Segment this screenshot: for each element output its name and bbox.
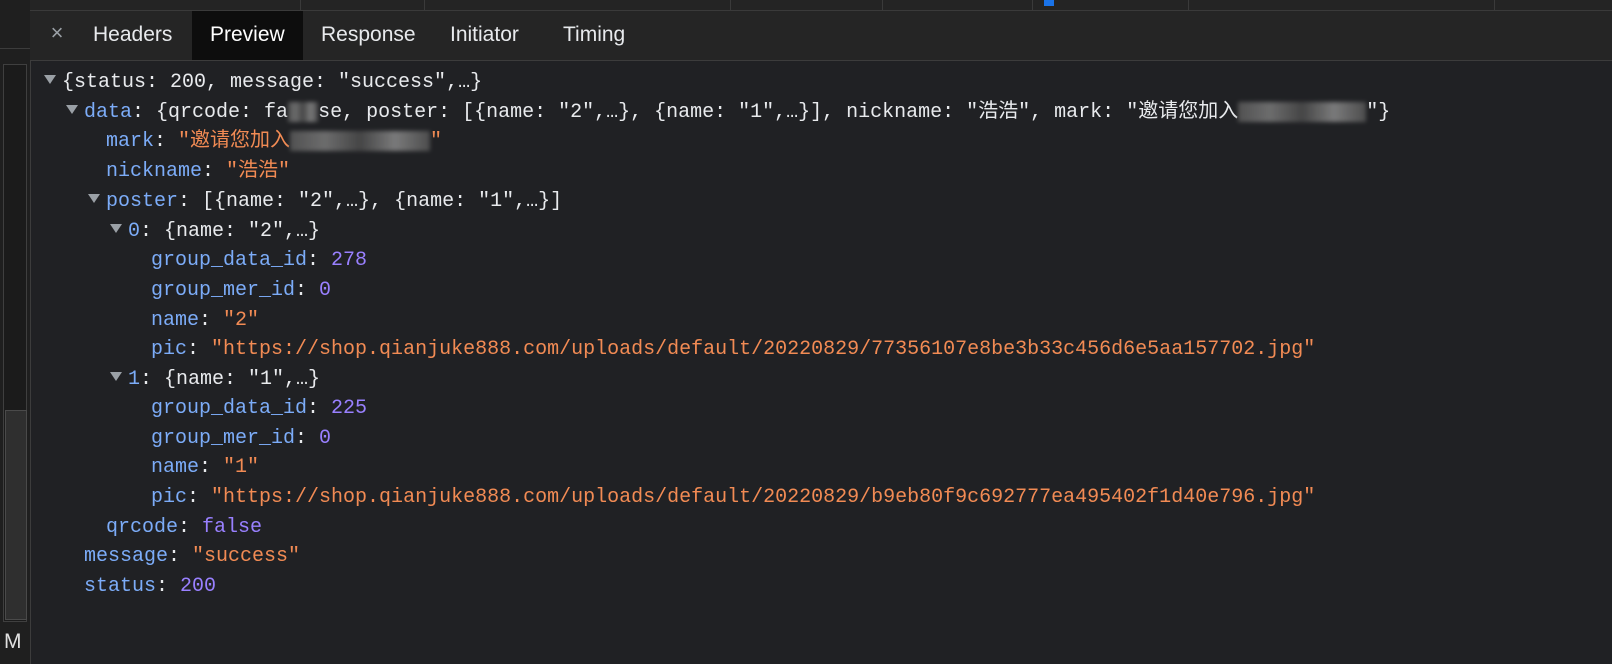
request-row-remnant: [30, 0, 1612, 11]
tab-preview[interactable]: Preview: [192, 11, 303, 60]
status-value: 200: [180, 575, 217, 598]
redacted-block: [288, 101, 319, 122]
status-row[interactable]: status: 200: [84, 572, 216, 602]
name-row[interactable]: name: "2": [151, 306, 259, 336]
group-mer-id-row[interactable]: group_mer_id: 0: [151, 424, 331, 454]
redacted-block: [290, 130, 431, 151]
redacted-block: [1238, 101, 1367, 122]
expand-triangle-icon[interactable]: [110, 224, 122, 234]
data-key: data: [84, 101, 133, 124]
mark-value: "邀请您加入: [178, 130, 291, 153]
group-data-id-row[interactable]: group_data_id: 225: [151, 394, 367, 424]
poster-item-1[interactable]: 1: {name: "1",…}: [110, 365, 320, 395]
nickname-row[interactable]: nickname: "浩浩": [106, 157, 290, 187]
tab-initiator[interactable]: Initiator: [432, 11, 537, 60]
tab-response[interactable]: Response: [303, 11, 434, 60]
message-row[interactable]: message: "success": [84, 542, 300, 572]
poster-node[interactable]: poster: [{name: "2",…}, {name: "1",…}]: [88, 187, 562, 217]
nickname-value: "浩浩": [226, 160, 291, 183]
expand-triangle-icon[interactable]: [88, 194, 100, 204]
gutter-letter: M: [4, 630, 22, 653]
tab-timing[interactable]: Timing: [545, 11, 643, 60]
mark-row[interactable]: mark: "邀请您加入 ": [106, 127, 442, 157]
name-row[interactable]: name: "1": [151, 453, 259, 483]
scrollbar-thumb[interactable]: [5, 410, 27, 620]
data-summary-start: {qrcode: fa: [156, 101, 289, 124]
pic-row[interactable]: pic: "https://shop.qianjuke888.com/uploa…: [151, 483, 1315, 513]
qrcode-value: false: [202, 516, 263, 539]
message-value: "success": [192, 545, 301, 568]
pic-url[interactable]: "https://shop.qianjuke888.com/uploads/de…: [211, 338, 1315, 361]
json-preview-tree: {status: 200, message: "success",…} data…: [30, 60, 1612, 664]
poster-item-0[interactable]: 0: {name: "2",…}: [110, 217, 320, 247]
expand-triangle-icon[interactable]: [110, 372, 122, 382]
details-tab-bar: × Headers Preview Response Initiator Tim…: [30, 11, 1612, 61]
data-summary-middle: se, poster: [{name: "2",…}, {name: "1",……: [318, 101, 1239, 124]
tab-headers[interactable]: Headers: [75, 11, 190, 60]
pic-url[interactable]: "https://shop.qianjuke888.com/uploads/de…: [211, 486, 1315, 509]
data-node[interactable]: data: {qrcode: fa se, poster: [{name: "2"…: [66, 98, 1390, 128]
left-gutter: M: [0, 0, 31, 664]
group-mer-id-row[interactable]: group_mer_id: 0: [151, 276, 331, 306]
expand-triangle-icon[interactable]: [66, 105, 78, 115]
root-node[interactable]: {status: 200, message: "success",…}: [44, 68, 482, 98]
poster-summary: [{name: "2",…}, {name: "1",…}]: [202, 190, 563, 213]
qrcode-row[interactable]: qrcode: false: [106, 513, 262, 543]
gutter-divider: [0, 48, 30, 49]
data-summary-end: "}: [1366, 101, 1391, 124]
root-summary: {status: 200, message: "success",…}: [62, 71, 483, 94]
pic-row[interactable]: pic: "https://shop.qianjuke888.com/uploa…: [151, 335, 1315, 365]
group-data-id-row[interactable]: group_data_id: 278: [151, 246, 367, 276]
close-icon[interactable]: ×: [44, 20, 70, 46]
expand-triangle-icon[interactable]: [44, 75, 56, 85]
